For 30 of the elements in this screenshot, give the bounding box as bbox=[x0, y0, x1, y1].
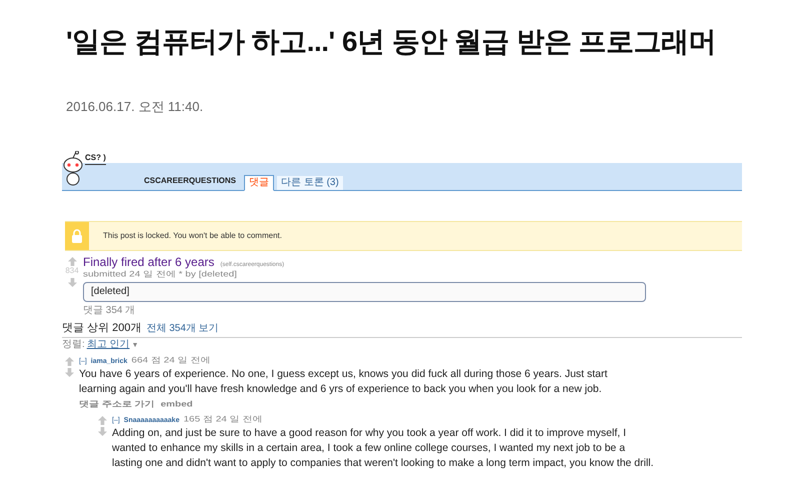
comments-link[interactable]: 댓글 354 개 bbox=[83, 304, 742, 316]
comment-text: You have 6 years of experience. No one, I guess except us, knows you did fuck all during those 6 years. Just start learning again and you'll have fresh knowledge and 6 yrs of experience to back you when you look for a new job. bbox=[79, 366, 608, 396]
comment-meta: 165 점 24 일 전에 bbox=[183, 414, 262, 424]
sort-dropdown[interactable]: 최고 인기 bbox=[86, 338, 130, 350]
upvote-arrow-icon[interactable] bbox=[64, 356, 74, 366]
tab[interactable]: 댓글 bbox=[244, 174, 274, 190]
upvote-arrow-icon[interactable] bbox=[98, 416, 106, 424]
sort-label: 정렬: bbox=[62, 338, 85, 350]
comment-action-link[interactable]: 댓글 주소로 가기 bbox=[79, 398, 155, 410]
comments-heading: 댓글 상위 200개 bbox=[62, 322, 142, 334]
comment-action-link[interactable]: embed bbox=[160, 398, 193, 410]
post-tagline: submitted 24 일 전에 * by [deleted] bbox=[83, 270, 238, 278]
article-date: 2016.06.17. 오전 11:40. bbox=[66, 98, 204, 116]
view-all-link[interactable]: 전체 354개 보기 bbox=[146, 320, 219, 336]
article-headline: '일은 컴퓨터가 하고...' 6년 동안 월급 받은 프로그래머 bbox=[66, 25, 718, 59]
alien-mascot-icon bbox=[62, 150, 84, 186]
subreddit-name[interactable]: CSCAREERQUESTIONS bbox=[144, 174, 236, 186]
downvote-arrow-icon[interactable] bbox=[98, 426, 106, 436]
post-title[interactable]: Finally fired after 6 years bbox=[83, 254, 214, 270]
notice-text: This post is locked. You won't be able to comment. bbox=[103, 230, 282, 242]
padlock-icon bbox=[71, 228, 83, 242]
speech-bubble: CS? ) bbox=[85, 152, 106, 164]
downvote-arrow-icon[interactable] bbox=[68, 278, 76, 286]
post-body-box: [deleted] bbox=[83, 282, 646, 302]
upvote-arrow-icon[interactable] bbox=[68, 256, 76, 266]
comment-meta: 664 점 24 일 전에 bbox=[131, 356, 210, 364]
tab[interactable]: 다른 토론 (3) bbox=[277, 176, 343, 190]
comment-text: Adding on, and just be sure to have a good reason for why you took a year off work. I did it to improve myself, I wanted to enhance my skills in a certain area, I took a few online college courses, I wanted my next job to be a lasting one and didn't want to apply to companies that weren't looking to make a long term impact, you know the drill. bbox=[112, 426, 655, 470]
downvote-arrow-icon[interactable] bbox=[64, 368, 74, 376]
vote-score: 834 bbox=[65, 266, 79, 276]
